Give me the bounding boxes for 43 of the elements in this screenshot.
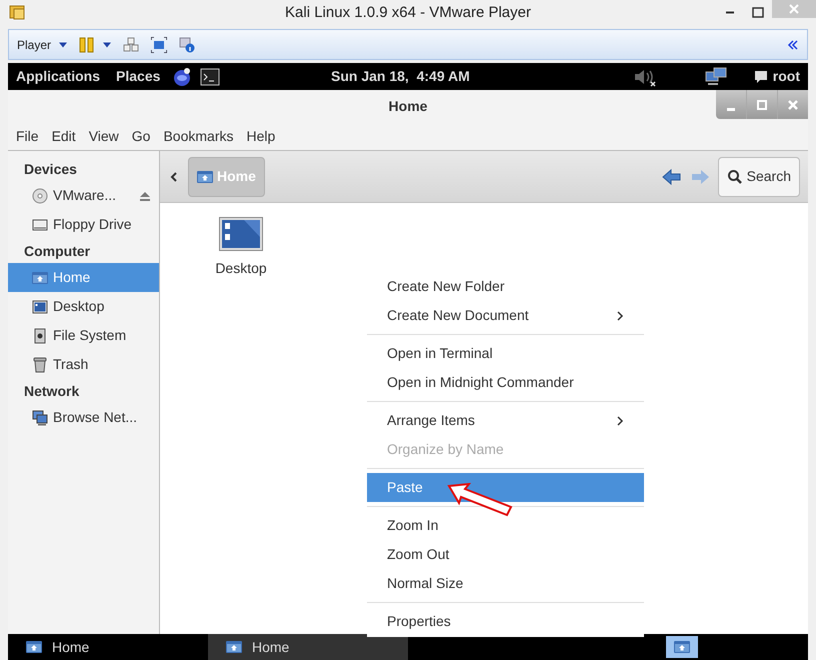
menu-item[interactable]: View [88,126,119,147]
item-label: VMware... [53,186,116,205]
menu-item[interactable]: Edit [52,126,76,147]
window-title: Home [388,97,428,116]
item-label: Home [53,268,90,287]
menu-option[interactable]: Create New Folder [367,272,644,301]
item-label: Desktop [53,297,104,316]
sidebar-heading: Network [23,382,80,400]
sidebar-item[interactable]: Desktop [8,292,159,321]
clock[interactable]: Sun Jan 18, 4:49 AM [331,66,470,87]
menu-option[interactable]: Create New Document [367,301,644,330]
menu-option[interactable]: Normal Size [367,569,644,598]
taskbar-item[interactable]: Home [8,634,208,660]
sidebar-heading: Devices [23,160,78,178]
menu-option[interactable]: Properties [367,607,644,636]
item-label: Browse Net... [53,408,138,427]
sidebar-item[interactable]: Floppy Drive [8,210,159,239]
sidebar-item[interactable]: Browse Net... [8,403,159,432]
menu-item[interactable]: File [16,126,39,147]
sidebar-item[interactable]: Trash [8,350,159,379]
file-name: Desktop [215,259,267,278]
player-menu[interactable]: Player [17,36,68,54]
sidebar-item[interactable]: File System [8,321,159,350]
menu-item[interactable]: Go [132,126,150,147]
sidebar-heading: Computer [23,242,92,261]
menu-item[interactable]: Bookmarks [163,126,234,147]
panel-menu[interactable]: Applications [16,66,100,87]
search-button[interactable]: Search [718,156,800,196]
user-name[interactable]: root [772,66,800,87]
item-label: File System [53,326,126,345]
menu-option[interactable]: Zoom In [367,511,644,540]
window-title: Kali Linux 1.0.9 x64 - VMware Player [285,2,531,23]
menu-option[interactable]: Open in Terminal [367,339,644,368]
menu-option[interactable]: Zoom Out [367,540,644,569]
folder-tile[interactable]: Desktop [212,217,270,279]
menu-option[interactable]: Arrange Items [367,406,644,435]
item-label: Trash [53,355,88,374]
menu-item[interactable]: Help [246,126,276,147]
item-label: Floppy Drive [53,215,132,234]
sidebar-item[interactable]: VMware... [8,181,159,210]
menu-option[interactable]: Open in Midnight Commander [367,368,644,397]
taskbar-item[interactable]: Home [208,634,408,660]
panel-menu[interactable]: Places [116,66,160,87]
